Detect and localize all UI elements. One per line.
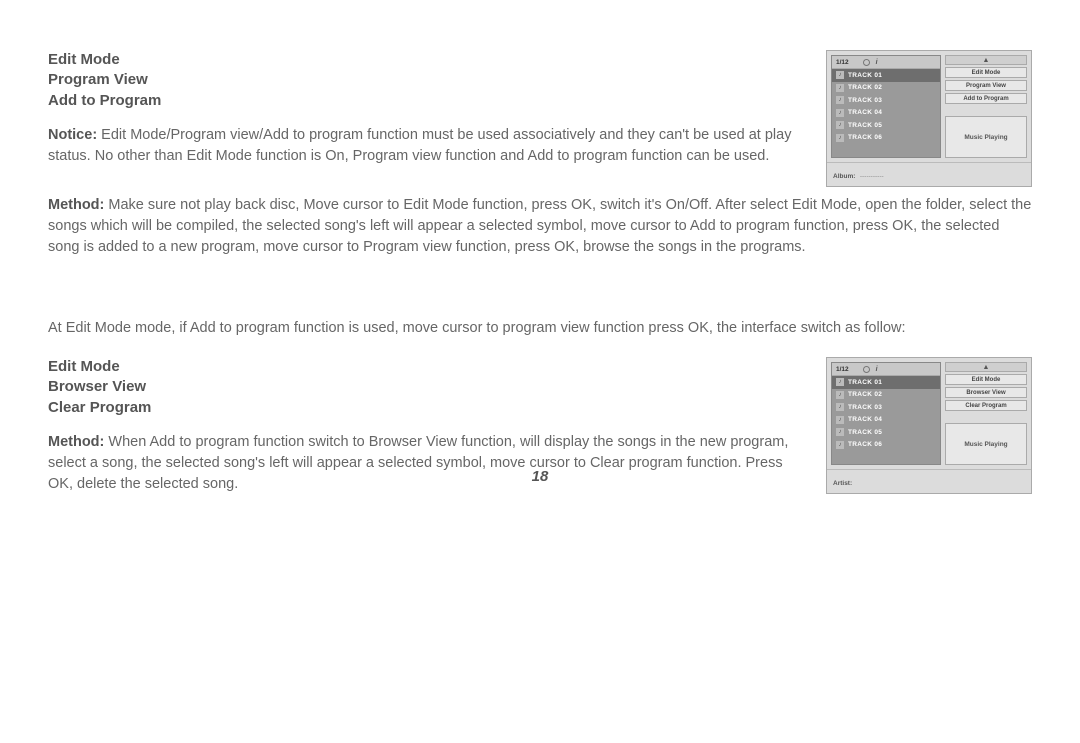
- note-icon: [836, 441, 844, 449]
- notice-body: Edit Mode/Program view/Add to program fu…: [48, 127, 791, 164]
- track-label: TRACK 05: [848, 429, 882, 436]
- menu-item-edit-mode[interactable]: Edit Mode: [945, 67, 1027, 78]
- track-list-header: 1/12 i: [832, 56, 940, 69]
- track-label: TRACK 02: [848, 84, 882, 91]
- title-line: Edit Mode: [48, 50, 798, 70]
- track-row[interactable]: TRACK 05: [832, 426, 940, 439]
- note-icon: [836, 403, 844, 411]
- menu-item-add-to-program[interactable]: Add to Program: [945, 93, 1027, 104]
- note-icon: [836, 378, 844, 386]
- track-label: TRACK 04: [848, 416, 882, 423]
- track-row[interactable]: TRACK 04: [832, 107, 940, 120]
- menu-label: Clear Program: [965, 403, 1006, 409]
- method-paragraph-2: Method: When Add to program function swi…: [48, 432, 798, 495]
- note-icon: [836, 416, 844, 424]
- menu-item-program-view[interactable]: Program View: [945, 80, 1027, 91]
- method-label: Method:: [48, 434, 104, 450]
- panel-footer: Album: -----------: [827, 162, 1031, 186]
- ui-panel-program: 1/12 i TRACK 01 TRACK 02 TRACK 03 TRACK …: [826, 50, 1032, 187]
- note-icon: [836, 121, 844, 129]
- page-number: 18: [0, 468, 1080, 485]
- track-label: TRACK 01: [848, 379, 882, 386]
- up-arrow-icon[interactable]: [945, 55, 1027, 65]
- menu-label: Browser View: [966, 390, 1005, 396]
- transition-paragraph: At Edit Mode mode, if Add to program fun…: [48, 318, 1032, 339]
- notice-label: Notice:: [48, 127, 97, 143]
- method-body: Make sure not play back disc, Move curso…: [48, 197, 1031, 255]
- track-row[interactable]: TRACK 02: [832, 82, 940, 95]
- track-row[interactable]: TRACK 02: [832, 389, 940, 402]
- note-icon: [836, 134, 844, 142]
- up-arrow-icon[interactable]: [945, 362, 1027, 372]
- info-icon: i: [876, 59, 878, 66]
- note-icon: [836, 391, 844, 399]
- track-counter: 1/12: [836, 59, 849, 66]
- title-line: Add to Program: [48, 91, 798, 111]
- track-list: 1/12 i TRACK 01 TRACK 02 TRACK 03 TRACK …: [831, 55, 941, 158]
- menu-item-clear-program[interactable]: Clear Program: [945, 400, 1027, 411]
- disc-icon: [863, 59, 870, 66]
- track-label: TRACK 01: [848, 72, 882, 79]
- note-icon: [836, 84, 844, 92]
- info-icon: i: [876, 366, 878, 373]
- note-icon: [836, 109, 844, 117]
- status-box: Music Playing: [945, 116, 1027, 158]
- track-row[interactable]: TRACK 01: [832, 376, 940, 389]
- footer-label: Album:: [833, 173, 855, 180]
- track-label: TRACK 02: [848, 391, 882, 398]
- method-label: Method:: [48, 197, 104, 213]
- title-line: Clear Program: [48, 398, 798, 418]
- track-row[interactable]: TRACK 06: [832, 132, 940, 145]
- section1-title: Edit Mode Program View Add to Program: [48, 50, 798, 111]
- footer-value: -----------: [860, 173, 884, 180]
- menu-item-browser-view[interactable]: Browser View: [945, 387, 1027, 398]
- menu-label: Edit Mode: [972, 377, 1001, 383]
- title-line: Edit Mode: [48, 357, 798, 377]
- title-line: Program View: [48, 70, 798, 90]
- status-label: Music Playing: [964, 441, 1007, 448]
- side-menu: Edit Mode Browser View Clear Program Mus…: [945, 362, 1027, 465]
- track-row[interactable]: TRACK 05: [832, 119, 940, 132]
- status-box: Music Playing: [945, 423, 1027, 465]
- disc-icon: [863, 366, 870, 373]
- track-label: TRACK 05: [848, 122, 882, 129]
- track-label: TRACK 06: [848, 134, 882, 141]
- side-menu: Edit Mode Program View Add to Program Mu…: [945, 55, 1027, 158]
- note-icon: [836, 96, 844, 104]
- track-counter: 1/12: [836, 366, 849, 373]
- section2-title: Edit Mode Browser View Clear Program: [48, 357, 798, 418]
- track-row[interactable]: TRACK 03: [832, 94, 940, 107]
- track-label: TRACK 03: [848, 97, 882, 104]
- track-label: TRACK 03: [848, 404, 882, 411]
- note-icon: [836, 428, 844, 436]
- track-row[interactable]: TRACK 04: [832, 414, 940, 427]
- track-label: TRACK 06: [848, 441, 882, 448]
- menu-item-edit-mode[interactable]: Edit Mode: [945, 374, 1027, 385]
- menu-label: Program View: [966, 83, 1006, 89]
- menu-label: Edit Mode: [972, 70, 1001, 76]
- method-paragraph-1: Method: Make sure not play back disc, Mo…: [48, 195, 1032, 258]
- notice-paragraph: Notice: Edit Mode/Program view/Add to pr…: [48, 125, 798, 167]
- track-label: TRACK 04: [848, 109, 882, 116]
- track-list-header: 1/12 i: [832, 363, 940, 376]
- track-row[interactable]: TRACK 06: [832, 439, 940, 452]
- note-icon: [836, 71, 844, 79]
- track-list: 1/12 i TRACK 01 TRACK 02 TRACK 03 TRACK …: [831, 362, 941, 465]
- status-label: Music Playing: [964, 134, 1007, 141]
- track-row[interactable]: TRACK 03: [832, 401, 940, 414]
- menu-label: Add to Program: [963, 96, 1008, 102]
- track-row[interactable]: TRACK 01: [832, 69, 940, 82]
- title-line: Browser View: [48, 377, 798, 397]
